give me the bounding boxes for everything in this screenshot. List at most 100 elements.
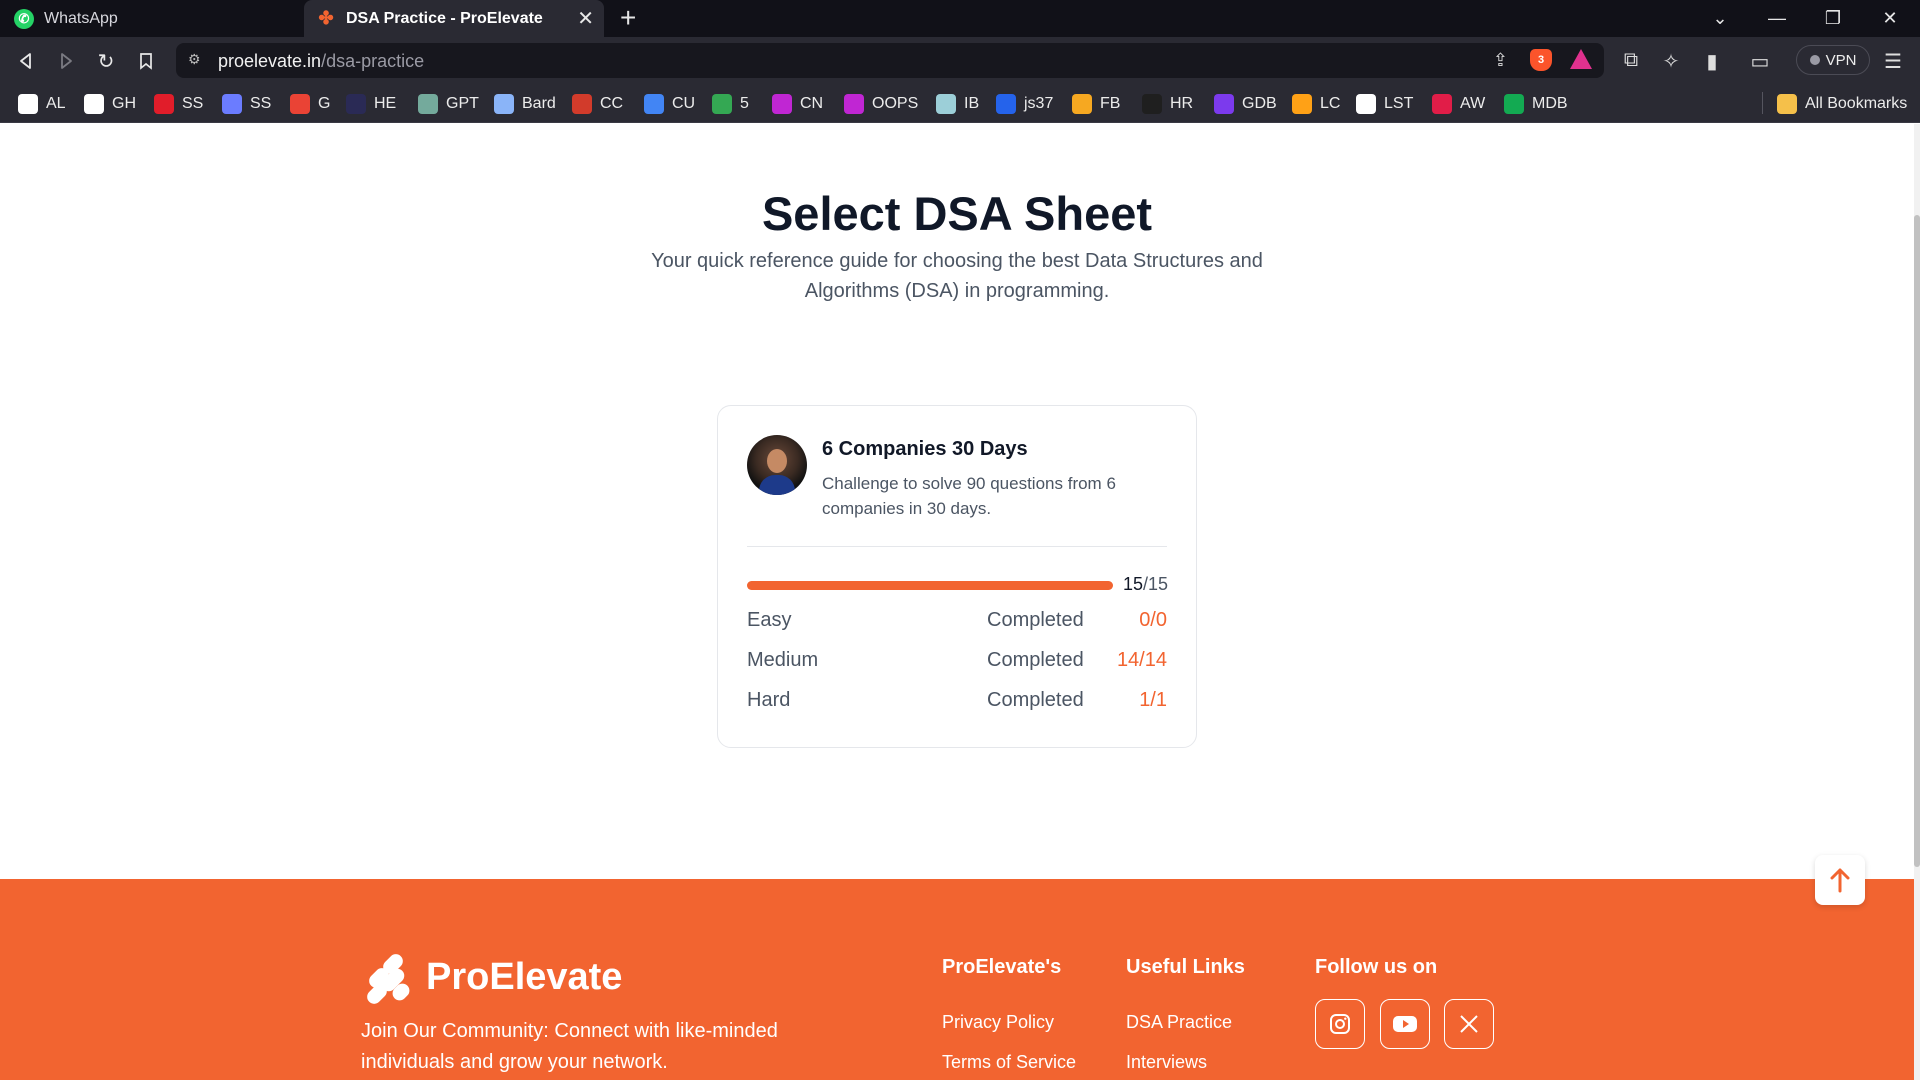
- youtube-button[interactable]: [1380, 999, 1430, 1049]
- wallet-icon[interactable]: ▭: [1747, 49, 1773, 74]
- hackerearth-icon: [346, 94, 366, 114]
- vpn-status-dot: [1809, 55, 1820, 65]
- vpn-label: VPN: [1825, 51, 1857, 69]
- bookmark-cc[interactable]: CC: [572, 92, 623, 116]
- firebase-icon: [1072, 94, 1092, 114]
- reload-icon: ↻: [97, 50, 115, 73]
- bookmark-al[interactable]: AL: [18, 92, 66, 116]
- folder-icon: [1777, 94, 1797, 114]
- footer-col-title-proelevate: ProElevate's: [942, 956, 1062, 978]
- bookmark-label: LST: [1384, 95, 1414, 112]
- bookmark-label: CN: [800, 95, 824, 112]
- tab-search-icon[interactable]: ⌄: [1695, 0, 1745, 37]
- brave-shields-icon[interactable]: 3: [1530, 49, 1552, 71]
- bookmark-js37[interactable]: js37: [996, 92, 1053, 116]
- site-settings-icon[interactable]: ⚙: [188, 51, 206, 69]
- bookmark-label: GH: [112, 95, 136, 112]
- bookmark-label: CU: [672, 95, 696, 112]
- all-bookmarks-button[interactable]: All Bookmarks: [1777, 92, 1907, 116]
- tuf-icon: [154, 94, 174, 114]
- privacy-policy-link[interactable]: Privacy Policy: [942, 1012, 1054, 1033]
- address-bar[interactable]: ⚙ proelevate.in/dsa-practice ⇪ 3: [176, 43, 1604, 78]
- bookmark-label: HR: [1170, 95, 1194, 112]
- site-footer: ProElevate Join Our Community: Connect w…: [0, 879, 1914, 1080]
- bookmark-ss[interactable]: SS: [222, 92, 271, 116]
- brave-badge: 3: [1537, 54, 1545, 66]
- mongodb-icon: [1504, 94, 1524, 114]
- bookmark-ib[interactable]: IB: [936, 92, 979, 116]
- terms-of-service-link[interactable]: Terms of Service: [942, 1052, 1076, 1073]
- bookmark-gh[interactable]: GH: [84, 92, 136, 116]
- bookmark-ss[interactable]: SS: [154, 92, 203, 116]
- progress-solved: 15: [1123, 574, 1144, 594]
- dsa-practice-link[interactable]: DSA Practice: [1126, 1012, 1232, 1033]
- leo-ai-icon[interactable]: ✧: [1658, 49, 1684, 74]
- difficulty-label: Hard: [747, 689, 791, 711]
- bookmark-lc[interactable]: LC: [1292, 92, 1340, 116]
- bookmark-he[interactable]: HE: [346, 92, 396, 116]
- back-button[interactable]: [10, 45, 42, 77]
- share-icon[interactable]: ⇪: [1493, 50, 1508, 71]
- footer-col-title-useful-links: Useful Links: [1126, 956, 1245, 978]
- restore-button[interactable]: ❐: [1808, 0, 1858, 37]
- instagram-button[interactable]: [1315, 999, 1365, 1049]
- leetcode-icon: [1292, 94, 1312, 114]
- reload-button[interactable]: ↻: [90, 45, 122, 77]
- bookmark-label: AL: [46, 95, 66, 112]
- gdb-icon: [1214, 94, 1234, 114]
- js-icon: [996, 94, 1016, 114]
- tab-whatsapp[interactable]: ✆ WhatsApp: [2, 0, 302, 37]
- tab-title: DSA Practice - ProElevate: [346, 9, 543, 27]
- github-icon: [1356, 94, 1376, 114]
- bookmark-bard[interactable]: Bard: [494, 92, 556, 116]
- avatar-shirt: [759, 475, 795, 495]
- x-button[interactable]: [1444, 999, 1494, 1049]
- new-tab-button[interactable]: +: [620, 4, 636, 32]
- difficulty-status: Completed: [987, 649, 1084, 671]
- bookmark-aw[interactable]: AW: [1432, 92, 1485, 116]
- bookmark-label: HE: [374, 95, 397, 112]
- minimize-button[interactable]: —: [1752, 0, 1802, 37]
- bookmark-gpt[interactable]: GPT: [418, 92, 479, 116]
- extensions-icon[interactable]: ⧉: [1618, 49, 1644, 72]
- bookmark-oops[interactable]: OOPS: [844, 92, 918, 116]
- menu-icon[interactable]: ☰: [1880, 49, 1906, 74]
- bookmark-lst[interactable]: LST: [1356, 92, 1413, 116]
- close-window-button[interactable]: ✕: [1865, 0, 1915, 37]
- bookmarks-bar: AL GH SS SS G HE GPT Bard CC CU 5 CN OOPS IB js37 FB HR G…: [0, 84, 1920, 123]
- bookmark-button[interactable]: [130, 45, 162, 77]
- bookmarks-separator: [1762, 92, 1763, 114]
- bookmark-gdb[interactable]: GDB: [1214, 92, 1277, 116]
- bookmark-fb[interactable]: FB: [1072, 92, 1120, 116]
- interviews-link[interactable]: Interviews: [1126, 1052, 1207, 1073]
- bookmark-label: 5: [740, 95, 749, 112]
- dsa-sheet-card[interactable]: 6 Companies 30 Days Challenge to solve 9…: [717, 405, 1197, 748]
- difficulty-count: 14/14: [1116, 649, 1167, 671]
- scroll-to-top-button[interactable]: [1815, 855, 1865, 905]
- proelevate-icon: ✤: [318, 8, 334, 28]
- hackerrank-icon: [1142, 94, 1162, 114]
- bookmark-label: Bard: [522, 95, 556, 112]
- tab-title: WhatsApp: [44, 9, 118, 27]
- difficulty-row-easy: Easy Completed 0/0: [747, 609, 1167, 639]
- tab-dsa-practice[interactable]: ✤ DSA Practice - ProElevate ✕: [304, 0, 604, 37]
- scrollbar-thumb[interactable]: [1914, 215, 1920, 867]
- sidebar-icon[interactable]: ▮: [1699, 49, 1725, 74]
- bookmark-label: OOPS: [872, 95, 919, 112]
- vpn-button[interactable]: VPN: [1796, 45, 1870, 75]
- bookmark-cu[interactable]: CU: [644, 92, 695, 116]
- brave-rewards-icon[interactable]: [1570, 49, 1592, 69]
- bookmark-label: FB: [1100, 95, 1121, 112]
- bookmark-label: MDB: [1532, 95, 1568, 112]
- bookmark-hr[interactable]: HR: [1142, 92, 1193, 116]
- bookmark-cn[interactable]: CN: [772, 92, 823, 116]
- bookmark-g[interactable]: G: [290, 92, 330, 116]
- bard-icon: [494, 94, 514, 114]
- url-domain: proelevate.in: [218, 51, 322, 71]
- close-tab-icon[interactable]: ✕: [577, 6, 594, 31]
- back-icon: [20, 53, 31, 69]
- bookmark-5[interactable]: 5: [712, 92, 749, 116]
- footer-brand[interactable]: ProElevate: [362, 951, 622, 1007]
- forward-button[interactable]: [50, 45, 82, 77]
- bookmark-mdb[interactable]: MDB: [1504, 92, 1568, 116]
